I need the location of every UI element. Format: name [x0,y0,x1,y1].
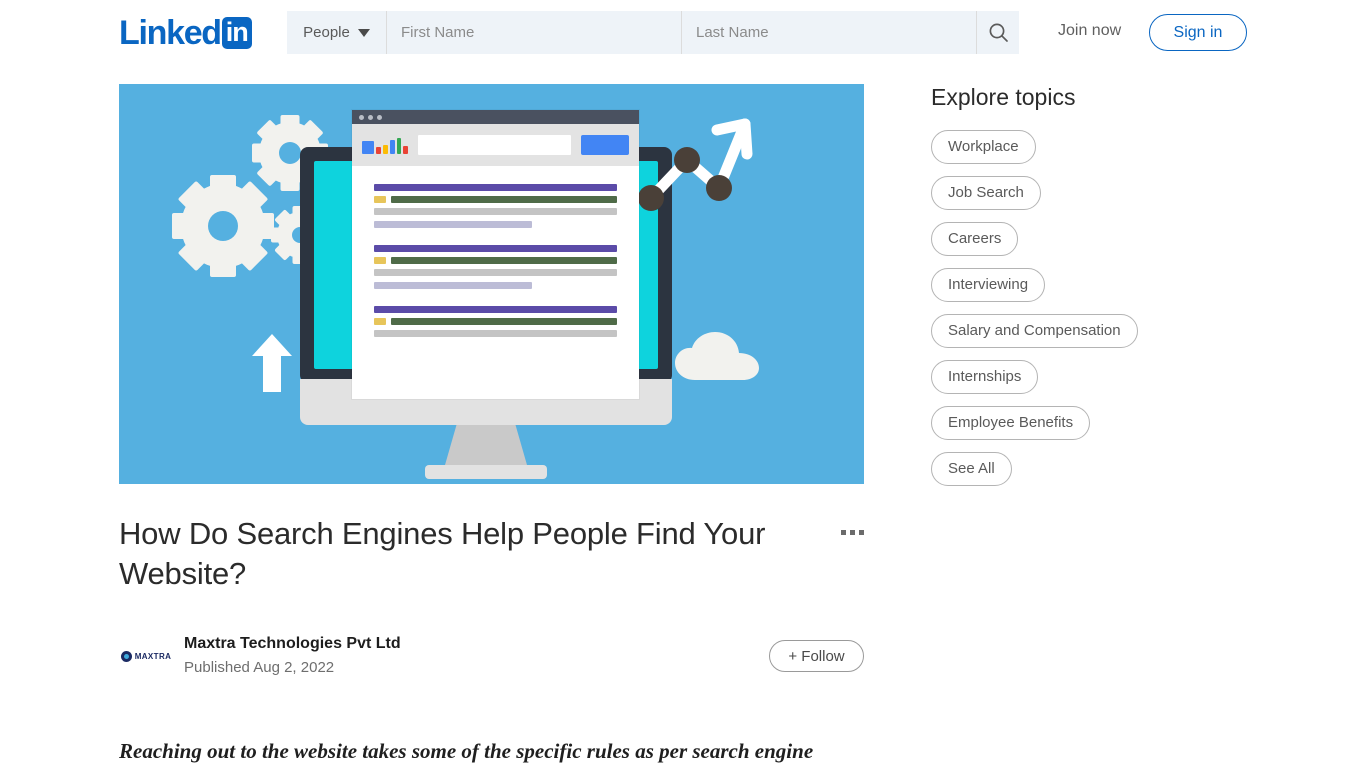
serp-result-description-line [374,208,617,215]
avatar-wordmark: MAXTRA [134,651,172,661]
avatar[interactable]: MAXTRA [119,640,173,672]
monitor-stand-neck [445,425,527,465]
topic-pill-interviewing[interactable]: Interviewing [931,268,1046,302]
chart-node-3 [706,175,732,201]
follow-button[interactable]: + Follow [769,640,864,672]
serp-result-url [391,196,617,203]
serp-result-description-line [374,269,617,276]
serp-result-title [374,184,617,191]
article-title: How Do Search Engines Help People Find Y… [119,516,766,591]
chevron-down-icon [357,28,370,37]
topic-pill-row: Careers [931,222,1231,268]
serp-result-row [374,245,617,289]
serp-result-row [374,184,617,228]
topic-pill-row: Employee Benefits [931,406,1231,452]
serp-result-url [391,257,617,264]
serp-result-title [374,245,617,252]
topic-pill-row: Internships [931,360,1231,406]
topic-pill-salary-and-compensation[interactable]: Salary and Compensation [931,314,1138,348]
topic-pill-row: Job Search [931,176,1231,222]
browser-search-button [581,135,629,155]
maxtra-logo-icon [120,650,132,662]
serp-result-row [374,306,617,337]
topic-pill-row: See All [931,452,1231,498]
first-name-input[interactable] [387,11,682,54]
browser-search-field [418,135,571,155]
serp-result-url-row [374,318,617,325]
explore-topics-title: Explore topics [931,84,1076,110]
author-name[interactable]: Maxtra Technologies Pvt Ltd [184,633,401,655]
monitor-stand-foot [425,465,547,479]
serp-result-description-line [374,221,532,228]
topic-pill-careers[interactable]: Careers [931,222,1019,256]
search-facet-label: People [303,24,350,41]
search-bar: People [287,11,1019,54]
linkedin-logo-word: Linked [119,14,222,52]
overflow-dot [859,530,864,535]
topic-pill-see-all[interactable]: See All [931,452,1012,486]
search-facet-dropdown[interactable]: People [287,11,387,54]
browser-titlebar [352,110,639,124]
chart-node-1 [639,185,664,211]
serp-result-url-row [374,257,617,264]
chart-node-2 [674,147,700,173]
topic-pill-job-search[interactable]: Job Search [931,176,1041,210]
linkedin-logo-badge: in [221,17,252,49]
google-logo-icon [362,136,408,154]
overflow-dot [850,530,855,535]
topic-pill-row: Workplace [931,130,1231,176]
gear-icon-large [172,175,274,277]
topic-pill-internships[interactable]: Internships [931,360,1039,394]
topic-pill-row: Interviewing [931,268,1231,314]
article-column: How Do Search Engines Help People Find Y… [119,84,864,768]
article-hero-image [119,84,864,484]
linkedin-logo[interactable]: Linked in [119,14,252,52]
more-options-icon[interactable] [841,514,864,535]
cloud-icon [675,332,759,380]
serp-result-description-line [374,330,617,337]
page-body: How Do Search Engines Help People Find Y… [0,65,1366,768]
window-dot-minimize [368,114,373,120]
explore-topics-panel: Explore topics Workplace Job Search Career… [931,84,1231,498]
article-header-row: How Do Search Engines Help People Find Y… [119,514,864,594]
search-icon [989,23,1008,42]
serp-ad-badge [374,257,386,264]
published-date: Published Aug 2, 2022 [184,659,335,676]
topic-pill-employee-benefits[interactable]: Employee Benefits [931,406,1091,440]
search-submit-button[interactable] [977,11,1019,54]
join-now-link[interactable]: Join now [1058,22,1121,40]
serp-ad-badge [374,318,386,325]
topic-pill-list: Workplace Job Search Careers Interviewing Sa… [931,130,1231,498]
topic-pill-workplace[interactable]: Workplace [931,130,1036,164]
serp-result-url-row [374,196,617,203]
window-dot-close [359,114,364,120]
serp-ad-badge [374,196,386,203]
article-body-text: Reaching out to the website takes some o… [119,739,814,763]
overflow-dot [841,530,846,535]
serp-result-url [391,318,617,325]
serp-result-description-line [374,282,532,289]
global-header: Linkedin People Join now Sign in [0,0,1366,65]
browser-toolbar [352,124,639,166]
up-arrow-icon [252,334,292,392]
topic-pill-row: Salary and Compensation [931,314,1231,360]
last-name-input[interactable] [682,11,977,54]
window-dot-maximize [377,114,382,120]
sign-in-button[interactable]: Sign in [1149,14,1247,51]
byline-text: Maxtra Technologies Pvt Ltd Published Au… [184,633,401,679]
serp-results-list [352,166,639,337]
browser-window-mockup [352,110,639,399]
growth-arrow-icon [639,118,753,211]
article-byline: MAXTRA Maxtra Technologies Pvt Ltd Publi… [119,633,864,679]
serp-result-title [374,306,617,313]
